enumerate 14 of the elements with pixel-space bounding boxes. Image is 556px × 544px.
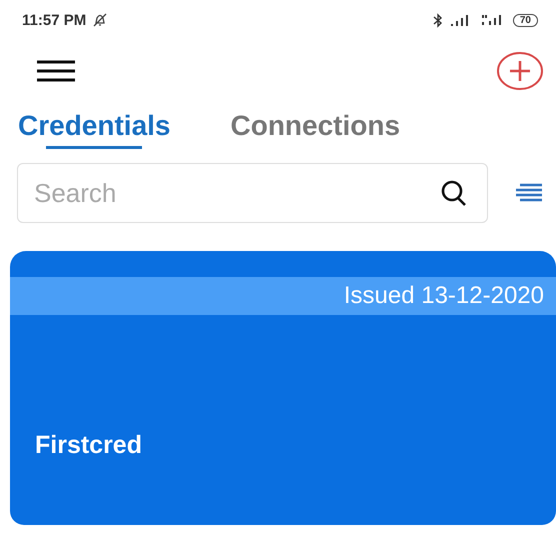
add-icon[interactable] bbox=[496, 51, 544, 91]
bluetooth-icon bbox=[432, 12, 443, 28]
muted-bell-icon bbox=[92, 12, 108, 28]
tab[interactable]: Credentials bbox=[18, 110, 170, 150]
credential-name: Firstcred bbox=[35, 431, 143, 460]
battery-indicator: 70 bbox=[512, 14, 538, 26]
tab[interactable]: Connections bbox=[230, 110, 400, 150]
list-icon[interactable] bbox=[514, 182, 544, 204]
credential-card[interactable]: Issued 13-12-2020 Firstcred bbox=[10, 251, 556, 525]
signal-icon bbox=[448, 14, 471, 26]
issued-date: Issued 13-12-2020 bbox=[344, 282, 544, 310]
menu-icon[interactable] bbox=[36, 59, 76, 83]
status-time: 11:57 PM bbox=[22, 12, 86, 28]
search-field[interactable]: Search bbox=[17, 163, 488, 223]
